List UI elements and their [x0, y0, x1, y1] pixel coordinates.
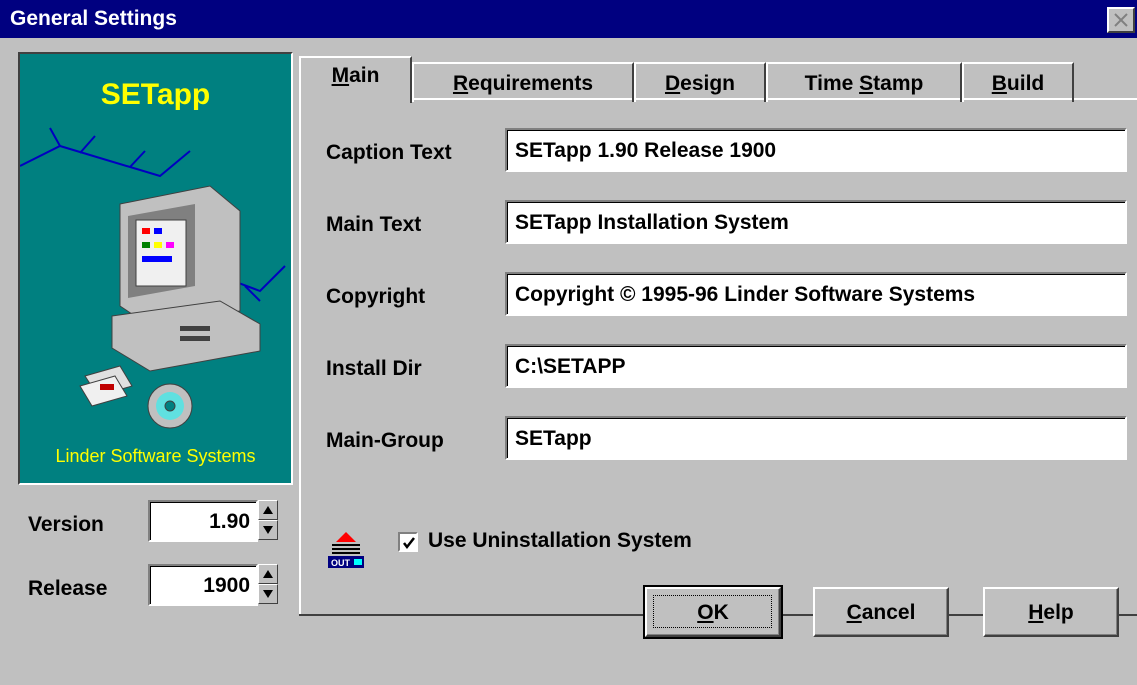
install-dir-label: Install Dir	[326, 357, 422, 380]
release-label: Release	[28, 577, 108, 600]
version-down-button[interactable]	[258, 520, 278, 540]
tab-build-label: Build	[991, 72, 1045, 95]
title-bar[interactable]: General Settings	[0, 0, 1137, 38]
arrow-up-icon	[263, 506, 273, 514]
caption-text-field[interactable]: SETapp 1.90 Release 1900	[505, 128, 1127, 172]
release-up-button[interactable]	[258, 564, 278, 584]
version-input[interactable]: 1.90	[148, 500, 258, 542]
checkmark-icon	[403, 537, 415, 550]
tab-main[interactable]: Main	[299, 56, 412, 103]
version-up-button[interactable]	[258, 500, 278, 520]
logo-company-name: Linder Software Systems	[55, 446, 256, 466]
tab-requirements[interactable]: Requirements	[412, 62, 634, 102]
help-button-label: Help	[1028, 601, 1074, 624]
uninstall-checkbox-label: Use Uninstallation System	[428, 529, 692, 552]
install-dir-field[interactable]: C:\SETAPP	[505, 344, 1127, 388]
tab-panel-left-edge	[299, 100, 301, 616]
ok-button[interactable]: OK	[643, 585, 783, 639]
release-spinner[interactable]	[258, 564, 278, 604]
install-dir-value: C:\SETAPP	[515, 355, 626, 378]
copyright-value: Copyright © 1995-96 Linder Software Syst…	[515, 283, 976, 306]
caption-text-value: SETapp 1.90 Release 1900	[515, 139, 777, 162]
help-button[interactable]: Help	[983, 587, 1119, 637]
logo-product-name: SETapp	[100, 78, 211, 111]
main-group-field[interactable]: SETapp	[505, 416, 1127, 460]
main-text-field[interactable]: SETapp Installation System	[505, 200, 1127, 244]
release-down-button[interactable]	[258, 584, 278, 604]
main-group-value: SETapp	[515, 427, 592, 450]
main-text-value: SETapp Installation System	[515, 211, 789, 234]
uninstall-checkbox[interactable]	[398, 532, 418, 552]
release-value: 1900	[203, 574, 250, 597]
ok-button-label: OK	[697, 601, 729, 624]
tab-design-label: Design	[664, 72, 736, 95]
tab-time-stamp[interactable]: Time Stamp	[766, 62, 962, 102]
tab-design[interactable]: Design	[634, 62, 766, 102]
version-value: 1.90	[209, 510, 250, 533]
window-title: General Settings	[10, 7, 177, 30]
svg-text:OUT: OUT	[331, 558, 351, 568]
arrow-down-icon	[263, 526, 273, 534]
release-input[interactable]: 1900	[148, 564, 258, 606]
main-group-label: Main-Group	[326, 429, 444, 452]
logo-panel: SETapp Linder Software Systems	[18, 52, 293, 485]
copyright-field[interactable]: Copyright © 1995-96 Linder Software Syst…	[505, 272, 1127, 316]
cancel-button[interactable]: Cancel	[813, 587, 949, 637]
uninstall-icon: OUT	[328, 532, 364, 568]
version-label: Version	[28, 513, 104, 536]
tab-build[interactable]: Build	[962, 62, 1074, 102]
copyright-label: Copyright	[326, 285, 426, 308]
tab-requirements-label: Requirements	[452, 72, 594, 95]
close-icon	[1114, 13, 1128, 27]
cancel-button-label: Cancel	[846, 601, 916, 624]
version-spinner[interactable]	[258, 500, 278, 540]
main-text-label: Main Text	[326, 213, 422, 236]
arrow-down-icon	[263, 590, 273, 598]
computer-illustration-icon	[20, 127, 286, 429]
tab-time-stamp-label: Time Stamp	[804, 72, 924, 95]
caption-text-label: Caption Text	[326, 141, 452, 164]
tab-main-label: Main	[331, 64, 380, 87]
arrow-up-icon	[263, 570, 273, 578]
close-button[interactable]	[1107, 7, 1135, 33]
